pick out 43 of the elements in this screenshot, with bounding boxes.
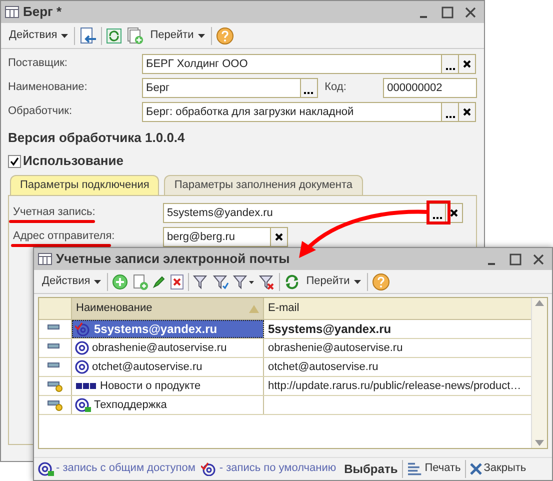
table-cell[interactable]: otchet@autoservise.ru	[72, 358, 264, 376]
close-button[interactable]: Закрыть	[468, 460, 528, 477]
table-cell-text: otchet@autoservise.ru	[92, 360, 202, 375]
select-button[interactable]: Выбрать	[342, 460, 400, 478]
legend-text: - запись по умолчанию	[219, 461, 336, 476]
input-field[interactable]: 000000002	[383, 78, 477, 98]
table-cell-text: Новости о продукте	[100, 378, 201, 394]
field-label: Адрес отправителя:	[13, 230, 115, 242]
menu-button[interactable]: Действия	[38, 272, 106, 292]
input-field[interactable]: berg@berg.ru	[163, 226, 288, 246]
print-button[interactable]: Печать	[404, 460, 463, 477]
field-label: Учетная запись:	[13, 206, 96, 218]
table-cell[interactable]: obrashenie@autoservise.ru	[72, 339, 264, 357]
legend-text: - запись с общим доступом	[56, 461, 196, 476]
version-label: Версия обработчика 1.0.0.4	[8, 129, 186, 147]
field-label: Код:	[324, 80, 348, 96]
table-cell-text: obrashenie@autoservise.ru	[267, 340, 404, 356]
table-cell-text: obrashenie@autoservise.ru	[92, 340, 227, 356]
field-label: Наименование:	[8, 81, 88, 94]
table-cell-text: otchet@autoservise.ru	[267, 360, 380, 375]
checkbox-label: Использование	[23, 152, 124, 170]
field-label: Поставщик:	[8, 57, 68, 70]
table-cell-text: 5systems@yandex.ru	[94, 321, 218, 338]
table-cell[interactable]: 5systems@yandex.ru	[72, 320, 264, 338]
window-title: Учетные записи электронной почты	[56, 250, 291, 268]
table-cell-text: 5systems@yandex.ru	[267, 321, 392, 338]
field-label: Обработчик:	[8, 105, 72, 118]
input-field[interactable]: Берг: обработка для загрузки накладной	[142, 102, 476, 122]
table-cell[interactable]: Техподдержка	[72, 396, 264, 414]
input-field[interactable]: Берг	[142, 78, 318, 98]
input-field[interactable]: БЕРГ Холдинг ООО	[142, 54, 476, 74]
tab[interactable]: Параметры заполнения документа	[164, 175, 363, 195]
menu-button[interactable]: Действия	[5, 26, 72, 46]
tab[interactable]: Параметры подключения	[10, 175, 160, 195]
table-cell[interactable]: Новости о продукте	[72, 377, 264, 395]
window-title: Берг *	[23, 3, 63, 22]
input-field[interactable]: 5systems@yandex.ru	[163, 202, 463, 222]
menu-button[interactable]: Перейти	[302, 272, 365, 292]
column-header[interactable]: E-mail	[264, 298, 531, 319]
table-cell-text: Техподдержка	[94, 398, 167, 413]
table-cell-text: http://update.rarus.ru/public/release-news/product…	[267, 378, 522, 394]
menu-button[interactable]: Перейти	[146, 26, 209, 46]
column-header[interactable]: Наименование	[72, 298, 264, 319]
